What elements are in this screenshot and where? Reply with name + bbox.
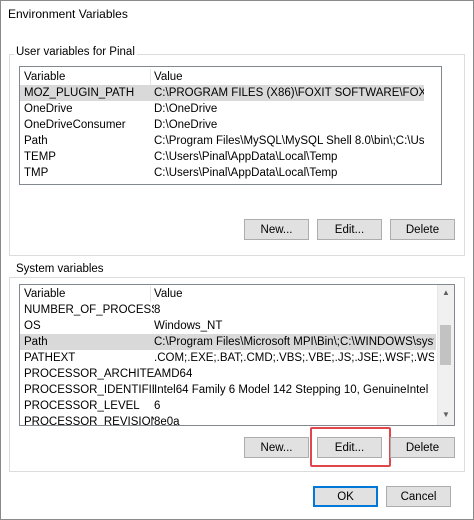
- table-row[interactable]: Path C:\Program Files\MySQL\MySQL Shell …: [20, 133, 424, 149]
- title-bar: Environment Variables: [1, 1, 473, 31]
- variable-name: TEMP: [24, 151, 56, 163]
- variable-value: C:\Users\Pinal\AppData\Local\Temp: [154, 151, 338, 163]
- cancel-button[interactable]: Cancel: [386, 486, 451, 507]
- system-list-scrollbar[interactable]: ▲ ▼: [437, 285, 454, 425]
- table-row[interactable]: OneDriveConsumer D:\OneDrive: [20, 117, 424, 133]
- variable-value: 8: [154, 304, 161, 316]
- system-variables-label: System variables: [14, 263, 106, 275]
- variable-value: Intel64 Family 6 Model 142 Stepping 10, …: [154, 384, 429, 396]
- variable-name: PROCESSOR_REVISION: [24, 416, 154, 426]
- variable-name: NUMBER_OF_PROCESSORS: [24, 304, 154, 316]
- user-variables-list[interactable]: Variable Value MOZ_PLUGIN_PATH C:\PROGRA…: [19, 66, 442, 185]
- variable-value: D:\OneDrive: [154, 119, 218, 131]
- ok-button[interactable]: OK: [313, 486, 378, 507]
- table-row[interactable]: PROCESSOR_ARCHITECTURE AMD64: [20, 366, 436, 382]
- table-row[interactable]: TEMP C:\Users\Pinal\AppData\Local\Temp: [20, 149, 424, 165]
- environment-variables-dialog: Environment Variables User variables for…: [0, 0, 474, 520]
- variable-value: 6: [154, 400, 161, 412]
- column-header-value[interactable]: Value: [154, 286, 434, 302]
- system-variables-list[interactable]: Variable Value NUMBER_OF_PROCESSORS 8 OS…: [19, 284, 455, 426]
- variable-value: Windows_NT: [154, 320, 223, 332]
- system-new-button[interactable]: New...: [244, 437, 309, 458]
- variable-name: Path: [24, 336, 48, 348]
- variable-name: PATHEXT: [24, 352, 76, 364]
- scroll-down-arrow-icon[interactable]: ▼: [438, 407, 454, 423]
- user-new-button[interactable]: New...: [244, 219, 309, 240]
- variable-value: 8e0a: [154, 416, 180, 426]
- variable-value: C:\Program Files\MySQL\MySQL Shell 8.0\b…: [154, 135, 424, 147]
- column-header-value[interactable]: Value: [154, 69, 424, 85]
- user-edit-button[interactable]: Edit...: [317, 219, 382, 240]
- highlight-annotation: [310, 427, 391, 467]
- table-row[interactable]: PROCESSOR_REVISION 8e0a: [20, 414, 436, 426]
- table-row[interactable]: OS Windows_NT: [20, 318, 436, 334]
- variable-name: MOZ_PLUGIN_PATH: [24, 87, 135, 99]
- table-row[interactable]: PROCESSOR_IDENTIFIER Intel64 Family 6 Mo…: [20, 382, 436, 398]
- scroll-up-arrow-icon[interactable]: ▲: [438, 285, 454, 301]
- table-row[interactable]: TMP C:\Users\Pinal\AppData\Local\Temp: [20, 165, 424, 181]
- column-header-variable[interactable]: Variable: [24, 69, 152, 85]
- variable-name: OneDriveConsumer: [24, 119, 126, 131]
- variable-name: OS: [24, 320, 41, 332]
- table-row[interactable]: NUMBER_OF_PROCESSORS 8: [20, 302, 436, 318]
- column-divider[interactable]: [150, 286, 151, 302]
- variable-value: C:\Program Files\Microsoft MPI\Bin\;C:\W…: [154, 336, 434, 348]
- scrollbar-thumb[interactable]: [440, 325, 451, 365]
- user-delete-button[interactable]: Delete: [390, 219, 455, 240]
- system-list-header: Variable Value: [20, 286, 436, 302]
- column-divider[interactable]: [150, 69, 151, 85]
- variable-name: TMP: [24, 167, 49, 179]
- window-title: Environment Variables: [8, 7, 128, 21]
- table-row[interactable]: PROCESSOR_LEVEL 6: [20, 398, 436, 414]
- table-row[interactable]: PATHEXT .COM;.EXE;.BAT;.CMD;.VBS;.VBE;.J…: [20, 350, 436, 366]
- user-variables-label: User variables for Pinal: [14, 46, 137, 58]
- table-row[interactable]: Path C:\Program Files\Microsoft MPI\Bin\…: [20, 334, 436, 350]
- table-row[interactable]: MOZ_PLUGIN_PATH C:\PROGRAM FILES (X86)\F…: [20, 85, 424, 101]
- variable-name: PROCESSOR_LEVEL: [24, 400, 140, 412]
- variable-name: Path: [24, 135, 48, 147]
- system-delete-button[interactable]: Delete: [390, 437, 455, 458]
- user-list-header: Variable Value: [20, 69, 424, 85]
- variable-name: PROCESSOR_IDENTIFIER: [24, 384, 154, 396]
- variable-value: C:\Users\Pinal\AppData\Local\Temp: [154, 167, 338, 179]
- variable-name: OneDrive: [24, 103, 73, 115]
- column-header-variable[interactable]: Variable: [24, 286, 152, 302]
- table-row[interactable]: OneDrive D:\OneDrive: [20, 101, 424, 117]
- variable-name: PROCESSOR_ARCHITECTURE: [24, 368, 154, 380]
- variable-value: D:\OneDrive: [154, 103, 218, 115]
- variable-value: C:\PROGRAM FILES (X86)\FOXIT SOFTWARE\FO…: [154, 87, 424, 99]
- variable-value: .COM;.EXE;.BAT;.CMD;.VBS;.VBE;.JS;.JSE;.…: [154, 352, 434, 364]
- variable-value: AMD64: [154, 368, 193, 380]
